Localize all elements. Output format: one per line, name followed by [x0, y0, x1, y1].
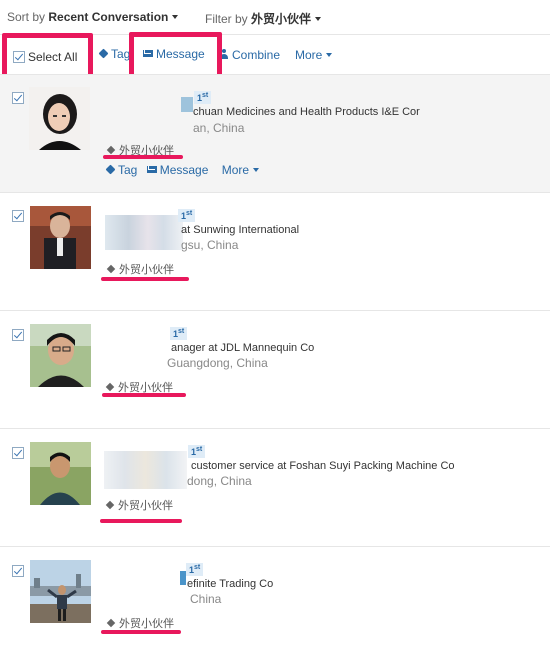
location: Guangdong, China [167, 356, 268, 370]
location: gsu, China [181, 238, 239, 252]
tag-icon [98, 48, 109, 59]
degree-suffix: st [196, 446, 203, 453]
connection-card: 1st anager at JDL Mannequin Co Guangdong… [0, 310, 550, 428]
headline: anager at JDL Mannequin Co [171, 342, 315, 354]
blurred-name-block [104, 451, 187, 489]
envelope-icon [146, 166, 157, 174]
avatar[interactable] [30, 324, 91, 387]
degree-badge: 1st [188, 445, 206, 458]
tag-icon [105, 382, 115, 392]
highlight-underline [103, 155, 183, 159]
connection-card: 1st efinite Trading Co China 外贸小伙伴 [0, 546, 550, 648]
connection-tag[interactable]: 外贸小伙伴 [106, 615, 174, 631]
degree-badge: 1st [194, 91, 212, 104]
avatar[interactable] [30, 442, 91, 505]
row-checkbox[interactable] [12, 447, 24, 459]
row-message-button[interactable]: Message [146, 163, 209, 177]
degree-suffix: st [178, 328, 185, 335]
tag-icon [106, 145, 116, 155]
filter-label: Filter by [205, 12, 248, 26]
highlight-underline [100, 519, 182, 523]
sort-label: Sort by [7, 10, 46, 24]
location: dong, China [187, 474, 252, 488]
row-checkbox[interactable] [12, 92, 24, 104]
chevron-down-icon [326, 52, 333, 57]
blurred-name-block [105, 215, 183, 250]
more-button-label: More [295, 48, 323, 62]
tag-icon [105, 500, 115, 510]
row-checkbox[interactable] [12, 565, 24, 577]
headline: customer service at Foshan Suyi Packing … [191, 460, 455, 472]
location: an, China [193, 121, 245, 135]
row-checkbox[interactable] [12, 210, 24, 222]
highlight-underline [101, 277, 189, 281]
row-actions: Tag Message More [105, 163, 260, 177]
connection-card: 1st customer service at Foshan Suyi Pack… [0, 428, 550, 546]
degree-badge: 1st [170, 327, 188, 340]
degree-suffix: st [202, 92, 209, 99]
tag-icon [105, 164, 116, 175]
avatar[interactable] [29, 87, 90, 150]
filter-value: 外贸小伙伴 [251, 12, 312, 26]
row-message-label: Message [159, 163, 209, 177]
connection-card: 1st at Sunwing International gsu, China … [0, 192, 550, 310]
connection-tag-label: 外贸小伙伴 [119, 618, 174, 630]
headline: at Sunwing International [181, 224, 300, 236]
row-checkbox[interactable] [12, 329, 24, 341]
combine-button-label: Combine [232, 48, 281, 62]
headline: chuan Medicines and Health Products I&E … [193, 106, 420, 118]
row-tag-label: Tag [118, 163, 138, 177]
filter-dropdown[interactable]: Filter by 外贸小伙伴 [205, 10, 322, 27]
headline: efinite Trading Co [187, 578, 274, 590]
degree-suffix: st [194, 564, 201, 571]
more-button[interactable]: More [295, 48, 333, 62]
row-more-label: More [221, 163, 250, 177]
degree-badge: 1st [178, 209, 196, 222]
chevron-down-icon [253, 167, 260, 172]
connection-tag[interactable]: 外贸小伙伴 [105, 497, 173, 513]
chevron-down-icon [172, 14, 179, 19]
highlight-underline [101, 630, 181, 634]
row-more-button[interactable]: More [221, 163, 260, 177]
combine-button[interactable]: Combine [219, 48, 280, 62]
tag-icon [106, 264, 116, 274]
degree-badge: 1st [186, 563, 204, 576]
chevron-down-icon [315, 16, 322, 21]
connection-tag-label: 外贸小伙伴 [118, 500, 173, 512]
location: China [190, 592, 222, 606]
connection-tag-label: 外贸小伙伴 [119, 264, 174, 276]
tag-icon [106, 618, 116, 628]
sort-dropdown[interactable]: Sort by Recent Conversation [7, 10, 179, 24]
tag-button-label: Tag [111, 47, 131, 61]
connection-card: 1st chuan Medicines and Health Products … [0, 74, 550, 192]
connection-tag[interactable]: 外贸小伙伴 [106, 261, 174, 277]
avatar[interactable] [30, 560, 91, 623]
row-tag-button[interactable]: Tag [105, 163, 138, 177]
blurred-name-block [181, 97, 193, 112]
highlight-underline [102, 393, 186, 397]
top-bar: Sort by Recent Conversation Filter by 外贸… [0, 0, 550, 34]
degree-suffix: st [186, 210, 193, 217]
tag-button[interactable]: Tag [98, 47, 131, 61]
sort-value: Recent Conversation [48, 10, 169, 24]
avatar[interactable] [30, 206, 91, 269]
